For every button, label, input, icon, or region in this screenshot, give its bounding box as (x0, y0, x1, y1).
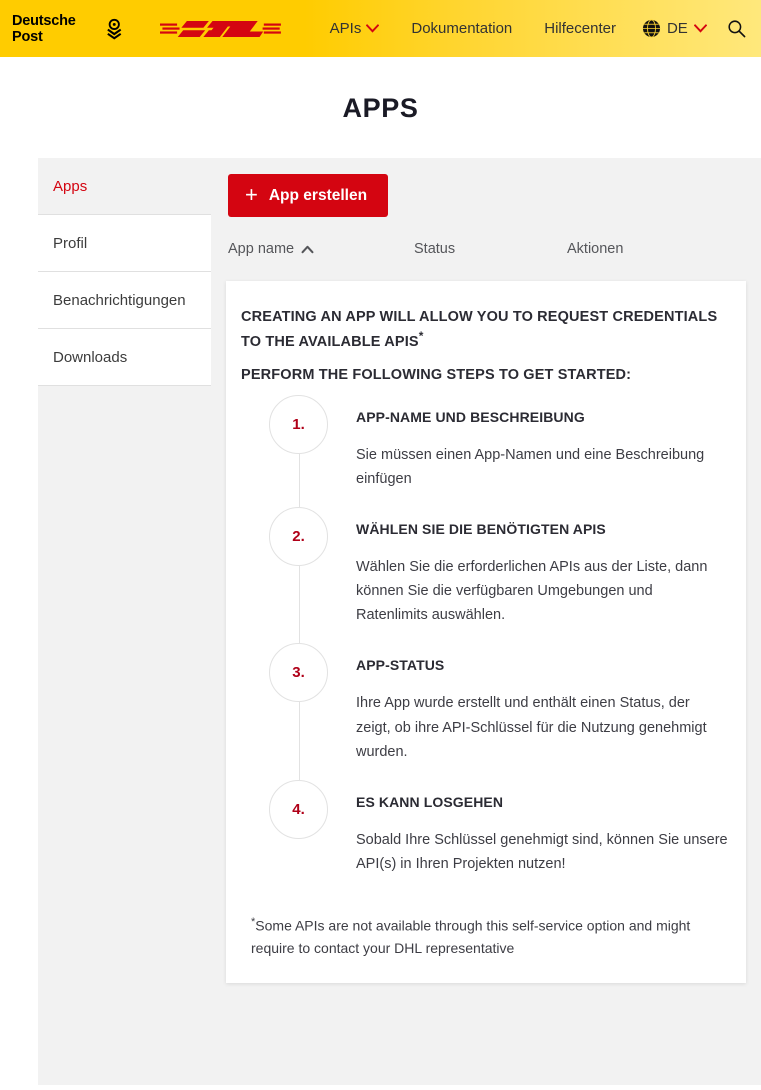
step-marker: 3. (241, 643, 356, 780)
step-body: APP-STATUS Ihre App wurde erstellt und e… (356, 643, 728, 779)
card-footnote: *Some APIs are not available through thi… (241, 914, 728, 959)
main-navigation: APIs Dokumentation Hilfecenter (314, 20, 632, 37)
sidebar-item-apps-label: Apps (53, 177, 88, 195)
step-connector-line (298, 702, 300, 780)
language-label: DE (666, 20, 688, 37)
dhl-logo[interactable] (159, 14, 282, 44)
site-header: Deutsche Post APIs Dokumentation Hilfece… (0, 0, 761, 57)
account-button[interactable] (756, 19, 761, 38)
content-panel: Apps Profil Benachrichtigungen Downloads… (38, 158, 761, 1085)
sidebar: Apps Profil Benachrichtigungen Downloads (38, 158, 211, 386)
step-item: 4. ES KANN LOSGEHEN Sobald Ihre Schlüsse… (241, 779, 728, 892)
step-number-badge: 2. (269, 507, 328, 567)
search-icon (728, 20, 746, 38)
deutsche-post-logo[interactable]: Deutsche Post (12, 13, 126, 45)
nav-item-apis-label: APIs (329, 20, 362, 37)
step-marker: 1. (241, 395, 356, 508)
step-item: 1. APP-NAME UND BESCHREIBUNG Sie müssen … (241, 395, 728, 508)
step-body: APP-NAME UND BESCHREIBUNG Sie müssen ein… (356, 395, 728, 507)
globe-icon (642, 19, 661, 38)
column-header-app-name[interactable]: App name (228, 241, 414, 257)
posthorn-icon (107, 18, 122, 40)
nav-item-hilfecenter-label: Hilfecenter (544, 20, 616, 37)
step-title: ES KANN LOSGEHEN (356, 793, 504, 810)
sidebar-item-apps[interactable]: Apps (38, 158, 211, 215)
step-description: Sie müssen einen App-Namen und eine Besc… (356, 447, 705, 488)
step-title: APP-STATUS (356, 657, 445, 674)
language-selector[interactable]: DE (632, 19, 717, 38)
step-description: Ihre App wurde erstellt und enthält eine… (356, 695, 707, 760)
step-description: Wählen Sie die erforderlichen APIs aus d… (356, 559, 708, 624)
main-content: + App erstellen App name Status Aktionen (211, 158, 761, 257)
create-app-button-label: App erstellen (268, 186, 368, 204)
nav-item-hilfecenter[interactable]: Hilfecenter (528, 20, 632, 37)
card-heading: CREATING AN APP WILL ALLOW YOU TO REQUES… (241, 307, 728, 353)
sidebar-item-profil[interactable]: Profil (38, 215, 211, 272)
step-body: ES KANN LOSGEHEN Sobald Ihre Schlüssel g… (356, 780, 728, 892)
deutsche-post-wordmark: Deutsche Post (12, 12, 76, 45)
step-marker: 4. (241, 779, 356, 892)
plus-icon: + (245, 181, 258, 207)
search-button[interactable] (717, 19, 756, 38)
caret-up-icon (301, 245, 314, 253)
chevron-down-icon (693, 24, 707, 33)
header-actions: DE (632, 19, 761, 38)
column-header-aktionen[interactable]: Aktionen (567, 241, 745, 257)
sidebar-item-downloads[interactable]: Downloads (38, 329, 211, 386)
step-number-badge: 4. (269, 779, 328, 839)
page-title: APPS (342, 93, 419, 123)
create-app-button[interactable]: + App erstellen (228, 174, 389, 217)
nav-item-dokumentation-label: Dokumentation (411, 20, 513, 37)
sidebar-item-downloads-label: Downloads (53, 348, 128, 366)
step-number-badge: 3. (269, 643, 328, 703)
sidebar-item-profil-label: Profil (53, 234, 88, 252)
chevron-down-icon (366, 24, 380, 33)
step-title: APP-NAME UND BESCHREIBUNG (356, 409, 585, 426)
step-marker: 2. (241, 507, 356, 644)
card-heading-text: CREATING AN APP WILL ALLOW YOU TO REQUES… (241, 309, 718, 350)
column-header-status[interactable]: Status (414, 241, 567, 257)
step-item: 3. APP-STATUS Ihre App wurde erstellt un… (241, 643, 728, 780)
step-number-badge: 1. (269, 395, 328, 455)
getting-started-card: CREATING AN APP WILL ALLOW YOU TO REQUES… (226, 281, 746, 984)
sidebar-item-benachrichtigungen[interactable]: Benachrichtigungen (38, 272, 211, 329)
card-subheading: PERFORM THE FOLLOWING STEPS TO GET START… (241, 367, 632, 384)
brand-block[interactable]: Deutsche Post (12, 13, 282, 45)
step-connector-line (298, 566, 300, 644)
step-description: Sobald Ihre Schlüssel genehmigt sind, kö… (356, 831, 728, 872)
nav-item-dokumentation[interactable]: Dokumentation (395, 20, 528, 37)
step-body: WÄHLEN SIE DIE BENÖTIGTEN APIS Wählen Si… (356, 507, 728, 643)
nav-item-apis[interactable]: APIs (314, 20, 396, 37)
card-heading-asterisk: * (418, 329, 424, 344)
step-title: WÄHLEN SIE DIE BENÖTIGTEN APIS (356, 521, 606, 538)
step-item: 2. WÄHLEN SIE DIE BENÖTIGTEN APIS Wählen… (241, 507, 728, 644)
apps-table-header: App name Status Aktionen (228, 241, 745, 257)
column-header-app-name-label: App name (228, 241, 295, 257)
footnote-text: Some APIs are not available through this… (251, 917, 691, 956)
step-connector-line (298, 454, 300, 508)
sidebar-item-benachrichtigungen-label: Benachrichtigungen (53, 291, 186, 309)
steps-list: 1. APP-NAME UND BESCHREIBUNG Sie müssen … (241, 395, 728, 892)
